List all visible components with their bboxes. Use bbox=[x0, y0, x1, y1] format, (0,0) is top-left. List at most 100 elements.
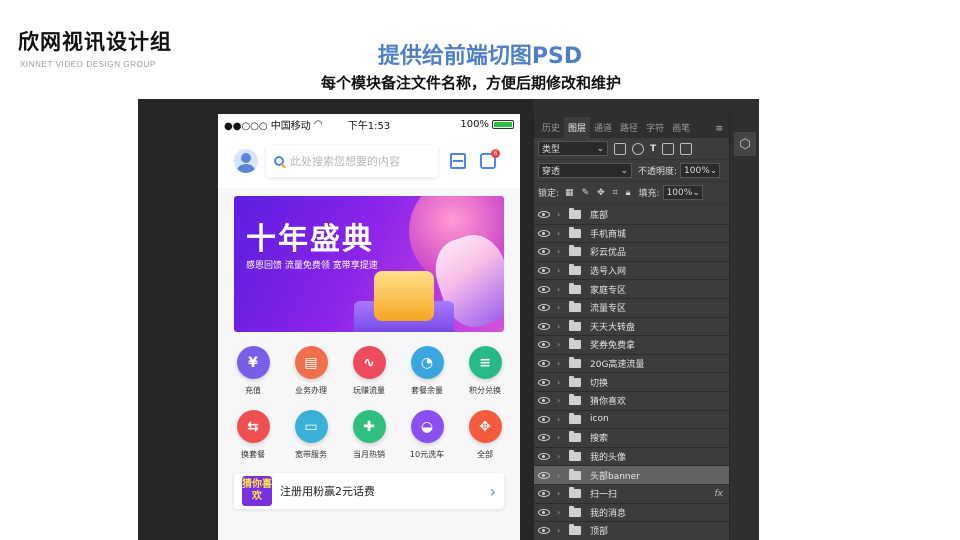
eye-icon[interactable] bbox=[538, 285, 550, 293]
eye-icon[interactable] bbox=[538, 341, 550, 349]
layer-row[interactable]: › 手机商城 bbox=[534, 224, 729, 244]
eye-icon[interactable] bbox=[538, 471, 550, 479]
eye-icon[interactable] bbox=[538, 453, 550, 461]
eye-icon[interactable] bbox=[538, 378, 550, 386]
layer-row[interactable]: › 扫一扫 fx bbox=[534, 484, 729, 504]
search-input[interactable]: 此处搜索您想要的内容 bbox=[290, 153, 400, 169]
service-item[interactable]: ¥ 充值 bbox=[225, 346, 281, 396]
layer-row[interactable]: › icon bbox=[534, 410, 729, 430]
expand-chevron-icon[interactable]: › bbox=[557, 359, 565, 368]
promo-card[interactable]: 猜你喜欢 注册用粉赢2元话费 › bbox=[234, 473, 504, 509]
lock-artboard-icon[interactable]: ⌗ bbox=[613, 188, 618, 198]
lock-all-icon[interactable]: 🔒︎ bbox=[626, 188, 631, 198]
expand-chevron-icon[interactable]: › bbox=[557, 322, 565, 331]
layer-name: 底部 bbox=[590, 211, 609, 222]
layer-row[interactable]: › 奖券免费拿 bbox=[534, 336, 729, 355]
layer-row[interactable]: › 选号入网 bbox=[534, 261, 729, 281]
adjustment-filter-icon[interactable] bbox=[632, 142, 644, 155]
layer-effects-icon[interactable]: fx bbox=[715, 489, 724, 499]
fill-input[interactable]: 100% ⌄ bbox=[662, 185, 703, 200]
smart-object-filter-icon[interactable] bbox=[680, 142, 693, 155]
tab-0[interactable]: 历史 bbox=[538, 117, 564, 138]
service-item[interactable]: ✚ 当月热销 bbox=[341, 410, 397, 460]
opacity-input[interactable]: 100% ⌄ bbox=[680, 163, 721, 178]
service-item[interactable]: ▤ 业务办理 bbox=[283, 346, 339, 396]
layer-row[interactable]: › 切换 bbox=[534, 373, 729, 392]
eye-icon[interactable] bbox=[538, 267, 550, 275]
expand-chevron-icon[interactable]: › bbox=[557, 452, 565, 461]
shape-filter-icon[interactable] bbox=[662, 142, 675, 155]
layer-row[interactable]: › 头部banner bbox=[534, 466, 729, 485]
service-item[interactable]: ◔ 套餐余量 bbox=[399, 346, 455, 396]
expand-chevron-icon[interactable]: › bbox=[557, 471, 565, 480]
eye-icon[interactable] bbox=[538, 304, 550, 312]
layer-row[interactable]: › 猜你喜欢 bbox=[534, 391, 729, 411]
lock-position-icon[interactable]: ✥ bbox=[597, 188, 605, 198]
eye-icon[interactable] bbox=[538, 360, 550, 368]
eye-icon[interactable] bbox=[538, 527, 550, 535]
expand-chevron-icon[interactable]: › bbox=[557, 396, 565, 405]
pie-chart-icon: ◔ bbox=[410, 346, 444, 379]
image-filter-icon[interactable] bbox=[614, 142, 626, 155]
layer-row[interactable]: › 底部 bbox=[534, 206, 729, 225]
expand-chevron-icon[interactable]: › bbox=[557, 378, 565, 387]
message-badge: 6 bbox=[491, 149, 500, 158]
eye-icon[interactable] bbox=[538, 415, 550, 423]
layer-row[interactable]: › 家庭专区 bbox=[534, 280, 729, 299]
lock-image-icon[interactable]: ✎ bbox=[582, 188, 590, 198]
expand-chevron-icon[interactable]: › bbox=[557, 415, 565, 424]
expand-chevron-icon[interactable]: › bbox=[557, 303, 565, 312]
lock-transparent-icon[interactable]: ▦ bbox=[565, 188, 574, 198]
message-icon[interactable]: 6 bbox=[480, 149, 500, 169]
expand-chevron-icon[interactable]: › bbox=[557, 489, 565, 498]
money-bag-icon: ¥ bbox=[236, 346, 270, 379]
tab-2[interactable]: 通道 bbox=[590, 117, 616, 138]
layer-row[interactable]: › 我的头像 bbox=[534, 447, 729, 467]
expand-chevron-icon[interactable]: › bbox=[557, 247, 565, 256]
expand-chevron-icon[interactable]: › bbox=[557, 433, 565, 442]
eye-icon[interactable] bbox=[538, 508, 550, 516]
expand-chevron-icon[interactable]: › bbox=[557, 229, 565, 238]
eye-icon[interactable] bbox=[538, 229, 550, 237]
text-filter-icon[interactable]: T bbox=[650, 144, 656, 154]
hero-banner[interactable]: 十年盛典 感恩回馈 流量免费领 宽带享提速 bbox=[234, 196, 504, 332]
layer-name: icon bbox=[590, 414, 609, 425]
eye-icon[interactable] bbox=[538, 490, 550, 498]
layer-row[interactable]: › 彩云优品 bbox=[534, 243, 729, 262]
scan-icon[interactable] bbox=[450, 153, 466, 169]
layer-row[interactable]: › 天天大转盘 bbox=[534, 317, 729, 337]
user-avatar[interactable] bbox=[234, 149, 258, 173]
tab-4[interactable]: 字符 bbox=[642, 117, 668, 138]
expand-chevron-icon[interactable]: › bbox=[557, 210, 565, 219]
eye-icon[interactable] bbox=[538, 434, 550, 442]
eye-icon[interactable] bbox=[538, 248, 550, 256]
layer-row[interactable]: › 流量专区 bbox=[534, 298, 729, 318]
expand-chevron-icon[interactable]: › bbox=[557, 526, 565, 535]
layer-row[interactable]: › 20G高速流量 bbox=[534, 354, 729, 374]
service-item[interactable]: ◒ 10元洗车 bbox=[399, 410, 455, 460]
layer-row[interactable]: › 搜索 bbox=[534, 429, 729, 448]
expand-chevron-icon[interactable]: › bbox=[557, 508, 565, 517]
expand-chevron-icon[interactable]: › bbox=[557, 340, 565, 349]
panel-menu-icon[interactable]: ≡ bbox=[709, 120, 729, 138]
service-item[interactable]: ✥ 全部 bbox=[457, 410, 513, 460]
expand-chevron-icon[interactable]: › bbox=[557, 266, 565, 275]
swap-card-icon: ⇆ bbox=[236, 410, 270, 443]
tab-3[interactable]: 路径 bbox=[616, 117, 642, 138]
eye-icon[interactable] bbox=[538, 322, 550, 330]
layer-row[interactable]: › 我的消息 bbox=[534, 503, 729, 523]
layer-row[interactable]: › 顶部 bbox=[534, 522, 729, 540]
blend-mode-select[interactable]: 穿透 ⌄ bbox=[538, 163, 632, 178]
eye-icon[interactable] bbox=[538, 211, 550, 219]
search-bar[interactable]: 此处搜索您想要的内容 bbox=[266, 145, 438, 177]
service-item[interactable]: ≡ 积分兑换 bbox=[457, 346, 513, 396]
tab-5[interactable]: 画笔 bbox=[668, 117, 694, 138]
layer-kind-filter[interactable]: 类型 ⌄ bbox=[538, 141, 608, 156]
service-item[interactable]: ∿ 玩赚流量 bbox=[341, 346, 397, 396]
3d-cube-icon[interactable]: ⬡ bbox=[734, 132, 756, 156]
service-item[interactable]: ▭ 宽带服务 bbox=[283, 410, 339, 460]
tab-1[interactable]: 图层 bbox=[564, 117, 591, 138]
service-item[interactable]: ⇆ 换套餐 bbox=[225, 410, 281, 460]
expand-chevron-icon[interactable]: › bbox=[557, 285, 565, 294]
eye-icon[interactable] bbox=[538, 397, 550, 405]
